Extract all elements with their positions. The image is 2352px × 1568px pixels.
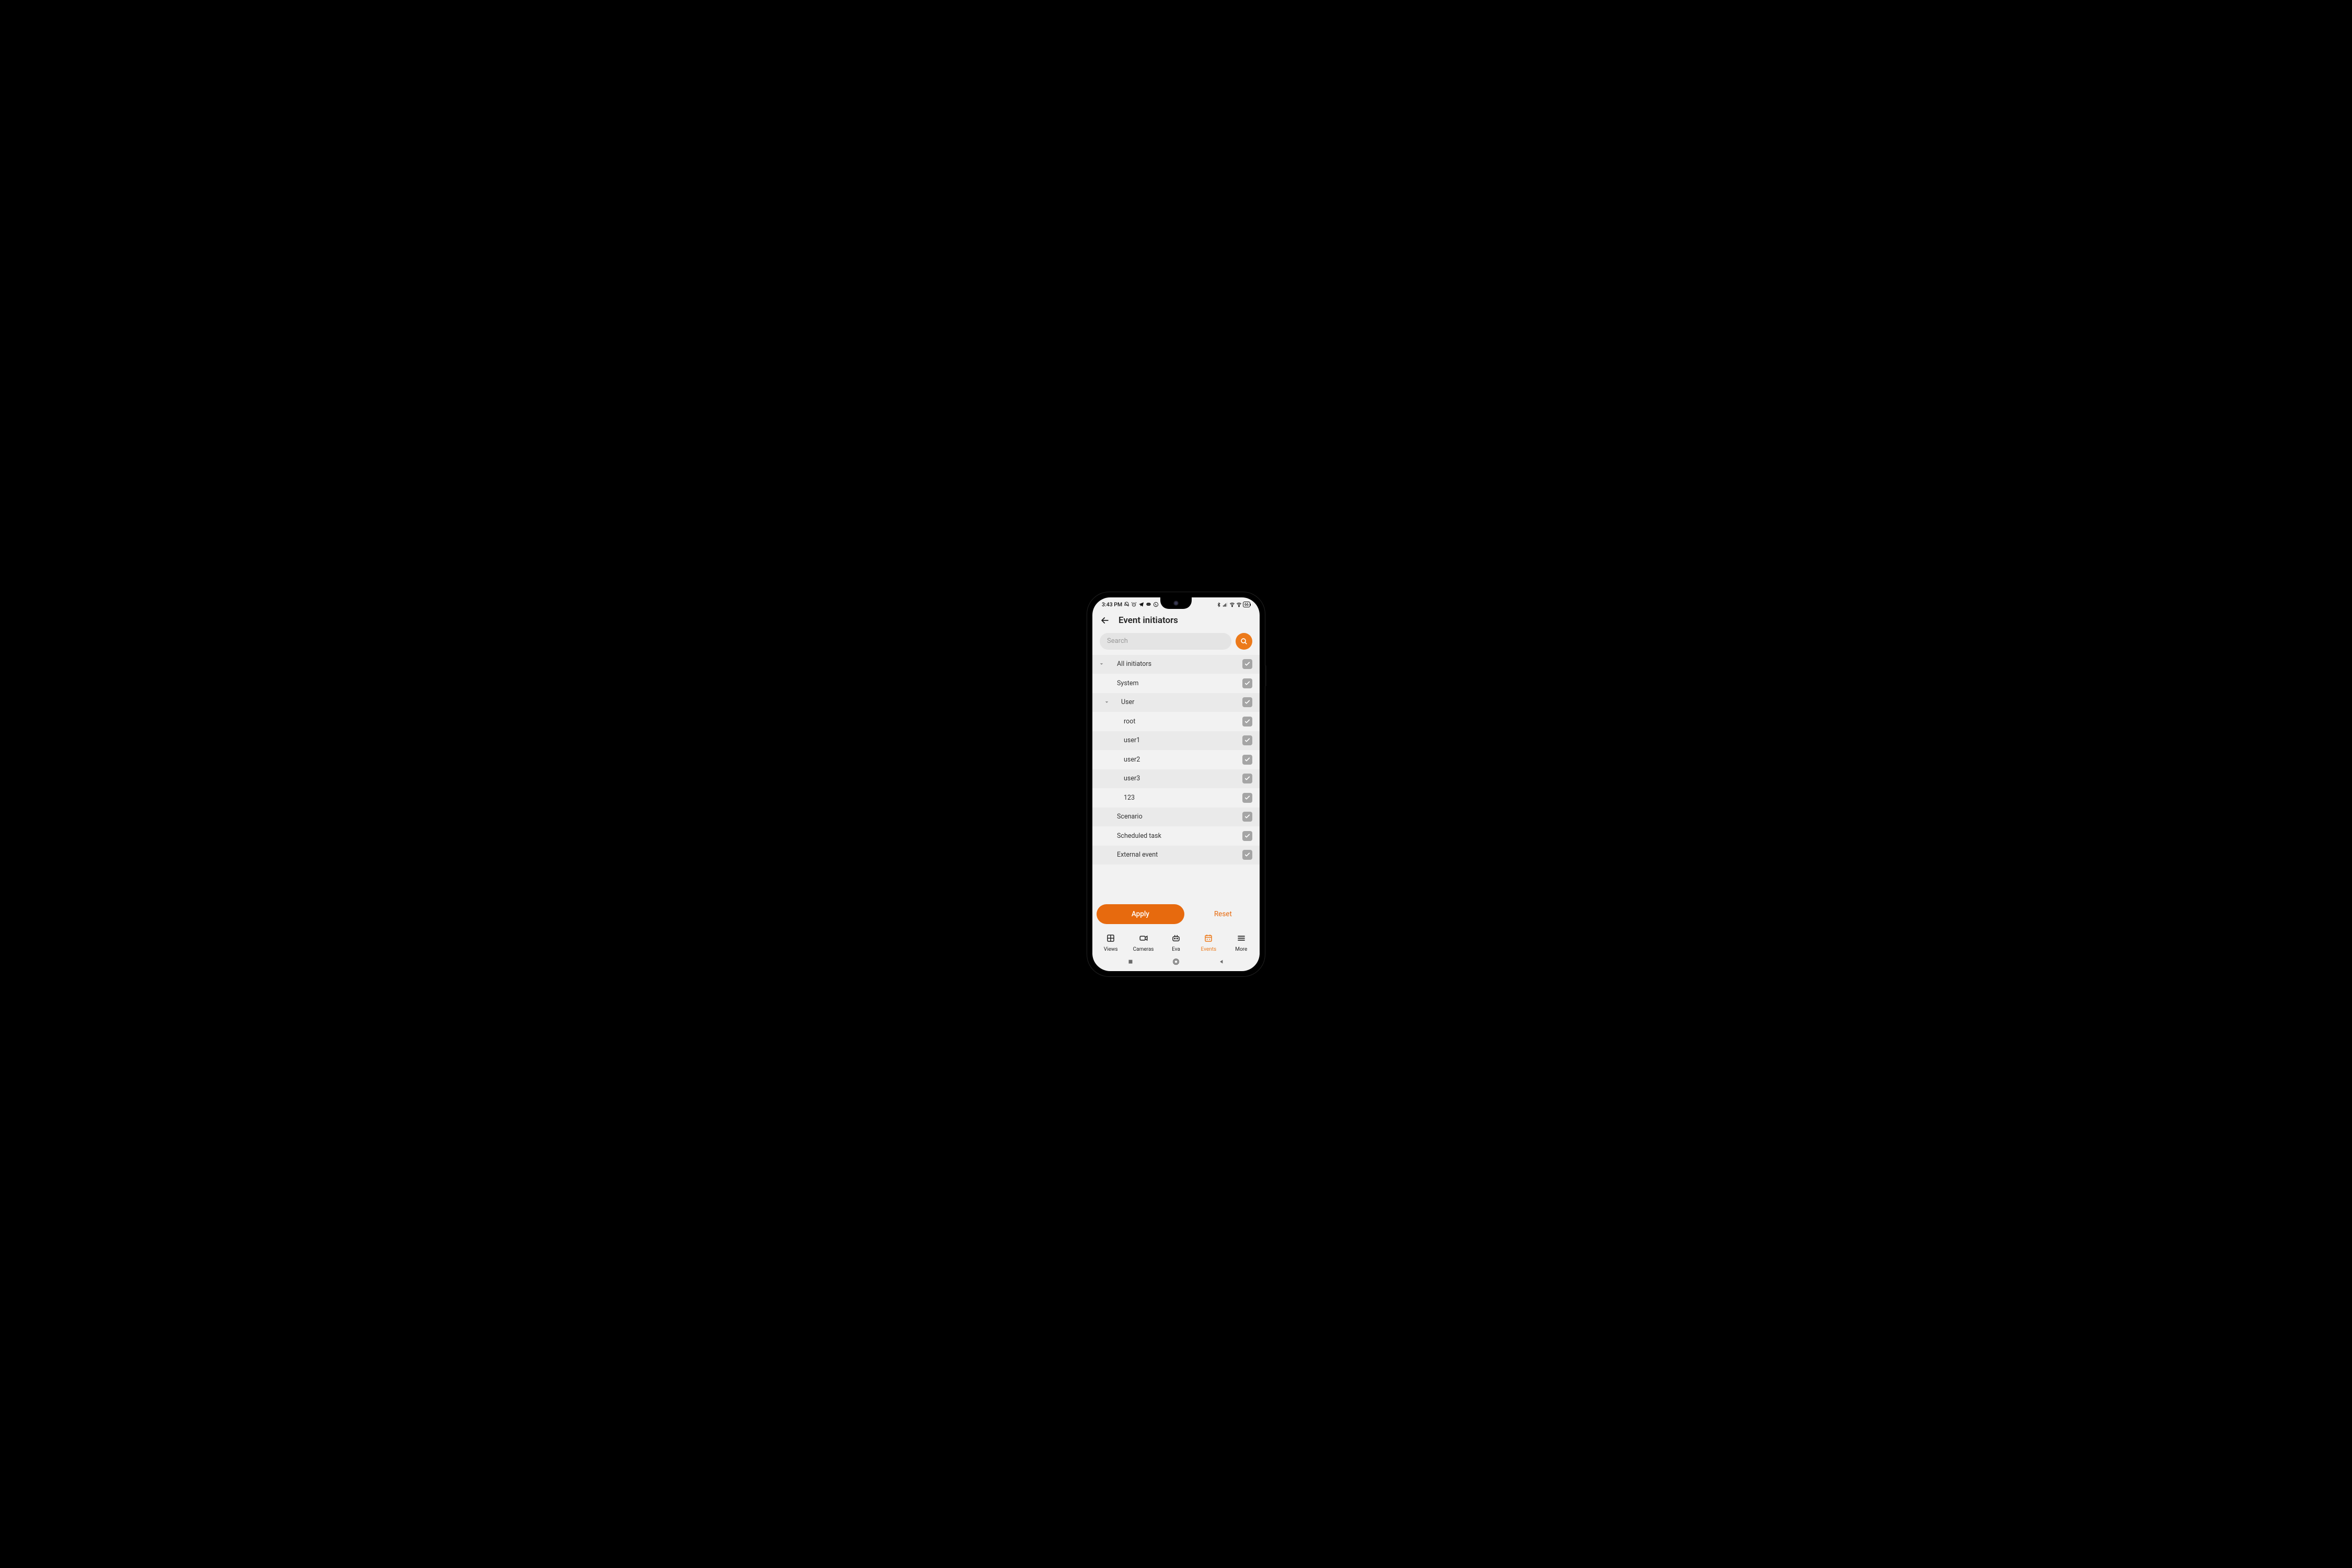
tab-label: Cameras bbox=[1133, 947, 1154, 952]
views-icon bbox=[1106, 933, 1115, 945]
whatsapp-icon bbox=[1153, 602, 1159, 607]
android-nav bbox=[1092, 954, 1260, 971]
checkbox[interactable] bbox=[1242, 717, 1252, 727]
list-item[interactable]: 123 bbox=[1092, 788, 1260, 808]
checkbox[interactable] bbox=[1242, 697, 1252, 707]
reset-button[interactable]: Reset bbox=[1191, 904, 1255, 924]
checkbox[interactable] bbox=[1242, 812, 1252, 822]
status-right: 66 bbox=[1216, 602, 1250, 607]
checkbox[interactable] bbox=[1242, 755, 1252, 765]
search-input[interactable] bbox=[1100, 633, 1231, 650]
tab-views[interactable]: Views bbox=[1096, 933, 1125, 952]
phone-frame: 3:43 PM bbox=[1087, 592, 1265, 976]
list-item-label: External event bbox=[1092, 851, 1242, 859]
search-button[interactable] bbox=[1236, 633, 1252, 650]
status-left: 3:43 PM bbox=[1102, 601, 1159, 608]
list-item[interactable]: Scenario bbox=[1092, 808, 1260, 827]
list-item[interactable]: user1 bbox=[1092, 731, 1260, 751]
tab-label: More bbox=[1235, 947, 1247, 952]
checkbox[interactable] bbox=[1242, 850, 1252, 860]
mute-icon bbox=[1124, 602, 1129, 607]
wifi-icon-2 bbox=[1236, 602, 1242, 607]
nav-recent-button[interactable] bbox=[1126, 958, 1135, 966]
list-item-label: System bbox=[1092, 679, 1242, 687]
list-item[interactable]: User bbox=[1092, 693, 1260, 712]
battery-icon: 66 bbox=[1243, 602, 1250, 607]
checkbox[interactable] bbox=[1242, 831, 1252, 841]
eva-icon bbox=[1171, 933, 1181, 945]
list-item[interactable]: user3 bbox=[1092, 769, 1260, 789]
tab-events[interactable]: Events bbox=[1194, 933, 1223, 952]
cameras-icon bbox=[1139, 933, 1148, 945]
page-title: Event initiators bbox=[1119, 615, 1178, 626]
chat-icon bbox=[1146, 602, 1151, 607]
tab-label: Events bbox=[1201, 947, 1217, 952]
tabbar: Views Cameras Eva Events More bbox=[1092, 929, 1260, 954]
back-button[interactable] bbox=[1100, 615, 1110, 626]
telegram-icon bbox=[1138, 602, 1144, 607]
nav-back-button[interactable] bbox=[1217, 958, 1226, 966]
list-item[interactable]: Scheduled task bbox=[1092, 826, 1260, 846]
tab-eva[interactable]: Eva bbox=[1161, 933, 1191, 952]
events-icon bbox=[1204, 933, 1213, 945]
checkbox[interactable] bbox=[1242, 678, 1252, 688]
camera-notch bbox=[1160, 597, 1192, 609]
list-item-label: user1 bbox=[1092, 736, 1242, 744]
list-item-label: root bbox=[1092, 718, 1242, 725]
list-item-label: user2 bbox=[1092, 756, 1242, 764]
checkbox[interactable] bbox=[1242, 735, 1252, 745]
nav-home-button[interactable] bbox=[1172, 958, 1180, 966]
list-item-label: Scheduled task bbox=[1092, 832, 1242, 840]
list-item[interactable]: root bbox=[1092, 712, 1260, 731]
apply-button[interactable]: Apply bbox=[1097, 904, 1184, 924]
tab-more[interactable]: More bbox=[1227, 933, 1256, 952]
list-item-label: All initiators bbox=[1110, 660, 1242, 668]
bluetooth-icon bbox=[1216, 602, 1221, 607]
wifi-icon-1 bbox=[1229, 602, 1235, 607]
search-row bbox=[1092, 630, 1260, 655]
list-item[interactable]: External event bbox=[1092, 846, 1260, 865]
list-item-label: User bbox=[1115, 698, 1242, 706]
expand-icon[interactable] bbox=[1098, 699, 1115, 705]
header: Event initiators bbox=[1092, 610, 1260, 630]
list-item[interactable]: user2 bbox=[1092, 750, 1260, 769]
list-item-label: 123 bbox=[1092, 794, 1242, 802]
checkbox[interactable] bbox=[1242, 659, 1252, 669]
status-time: 3:43 PM bbox=[1102, 601, 1122, 608]
list-item[interactable]: All initiators bbox=[1092, 655, 1260, 674]
expand-icon[interactable] bbox=[1092, 661, 1110, 667]
initiator-list: All initiators System User root user1 user2 us… bbox=[1092, 655, 1260, 898]
tab-label: Eva bbox=[1172, 947, 1180, 952]
tab-label: Views bbox=[1104, 947, 1118, 952]
tab-cameras[interactable]: Cameras bbox=[1129, 933, 1158, 952]
screen: 3:43 PM bbox=[1092, 597, 1260, 971]
side-button bbox=[1265, 665, 1266, 686]
list-item[interactable]: System bbox=[1092, 674, 1260, 693]
signal-icon bbox=[1223, 602, 1228, 607]
checkbox[interactable] bbox=[1242, 793, 1252, 803]
more-icon bbox=[1237, 933, 1246, 945]
list-item-label: Scenario bbox=[1092, 813, 1242, 821]
list-item-label: user3 bbox=[1092, 775, 1242, 782]
alarm-icon bbox=[1131, 602, 1137, 607]
action-buttons: Apply Reset bbox=[1092, 898, 1260, 929]
checkbox[interactable] bbox=[1242, 774, 1252, 783]
